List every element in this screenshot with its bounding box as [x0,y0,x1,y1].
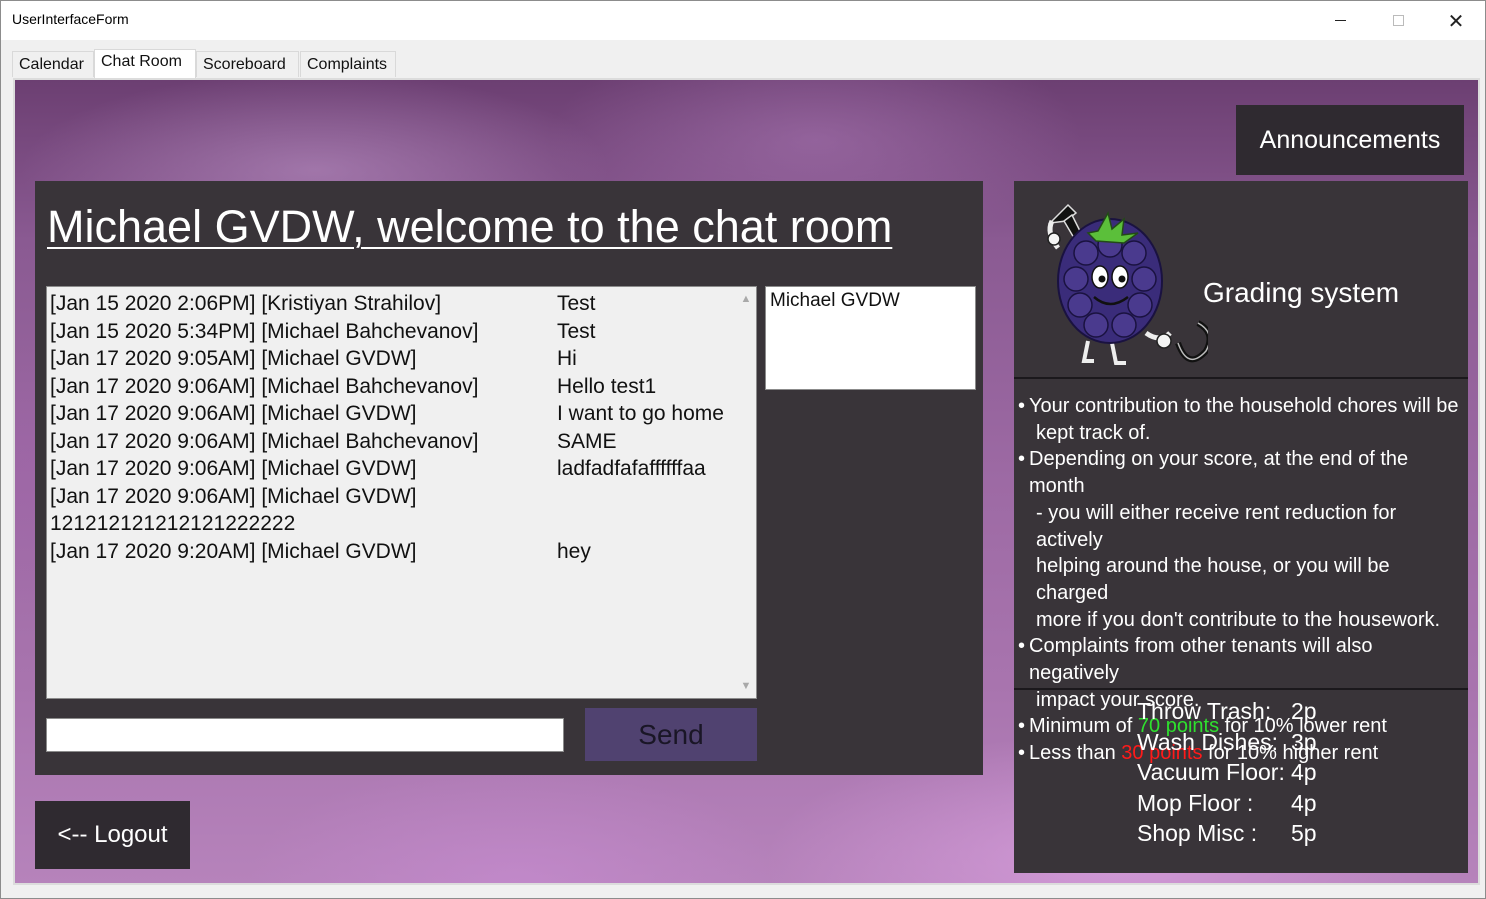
task-name: Wash Dishes: [1137,728,1279,755]
maximize-icon [1392,15,1404,26]
message-text: Hello test1 [557,374,657,398]
message-meta: [Jan 17 2020 9:06AM] [Michael GVDW] [50,402,417,425]
bullet-icon: • [1018,635,1026,658]
tab-calendar[interactable]: Calendar [12,51,94,77]
message-meta: [Jan 17 2020 9:05AM] [Michael GVDW] [50,347,417,370]
task-name: Throw Trash: [1137,698,1272,724]
task-points: 2p [1291,698,1317,724]
blackberry-mascot-icon [1047,203,1208,365]
message-text: ladfadfafaffffffaa [557,457,706,480]
message-text: Test [557,319,596,343]
close-button[interactable]: ✕ [1427,1,1485,40]
task-name: Shop Misc : [1137,820,1258,846]
rule-line: Depending on your score, at the end of t… [1029,448,1409,498]
message-meta: [Jan 15 2020 5:34PM] [Michael Bahchevano… [50,319,479,343]
online-user-item[interactable]: Michael GVDW [770,290,971,312]
rule-line: helping around the house, or you will be… [1036,555,1390,604]
message-meta: [Jan 17 2020 9:06AM] [Michael Bahchevano… [50,374,479,398]
app-window: UserInterfaceForm ✕ Calendar Chat Room S… [0,0,1486,899]
grading-title: Grading system [1203,277,1400,308]
divider [1014,688,1468,690]
message-meta: [Jan 17 2020 9:06AM] [Michael GVDW] [50,484,417,508]
task-points: 4p [1291,789,1317,816]
online-users-list[interactable]: Michael GVDW [765,286,976,390]
minimize-icon [1334,20,1346,21]
message-meta: [Jan 15 2020 2:06PM] [Kristiyan Strahilo… [50,292,442,315]
rule-line: Complaints from other tenants will also … [1029,635,1373,685]
message-text: Test [557,292,596,315]
scroll-down-icon[interactable]: ▼ [736,676,756,696]
message-text: I want to go home [557,402,724,425]
logout-button[interactable]: <-- Logout [35,801,190,869]
points-row: Mop Floor : 4p [1014,790,1468,820]
rule-line: - you will either receive rent reduction… [1036,501,1397,551]
task-points: 5p [1291,820,1317,846]
task-name: Mop Floor : [1137,789,1254,816]
message-text: Hi [557,347,577,370]
points-row: Wash Dishes: 3p [1014,729,1468,759]
task-points: 3p [1291,728,1317,755]
rule-item: • Your contribution to the household cho… [1018,393,1464,446]
grading-header: Grading system [1014,181,1468,376]
send-button[interactable]: Send [585,708,757,761]
points-row: Vacuum Floor: 4p [1014,759,1468,789]
message-input[interactable] [46,718,564,752]
maximize-button[interactable] [1369,1,1427,40]
message-text: hey [557,539,591,563]
tab-chat-room[interactable]: Chat Room [94,49,196,78]
welcome-heading: Michael GVDW, welcome to the chat room [47,201,893,252]
minimize-button[interactable] [1311,1,1369,40]
message-list[interactable]: [Jan 15 2020 2:06PM] [Kristiyan Strahilo… [46,286,757,699]
announcements-button[interactable]: Announcements [1236,105,1464,175]
divider [1014,377,1468,379]
message-meta: [Jan 17 2020 9:06AM] [Michael Bahchevano… [50,429,479,453]
rule-line: Your contribution to the household chore… [1029,395,1459,417]
bullet-icon: • [1018,448,1026,471]
chat-room-panel: Announcements Michael GVDW, welcome to t… [13,78,1480,885]
tab-scoreboard[interactable]: Scoreboard [196,51,299,77]
rule-line: more if you don't contribute to the hous… [1036,608,1441,631]
scroll-up-icon[interactable]: ▲ [736,289,756,309]
task-points: 4p [1291,759,1317,785]
message-scrollbar[interactable]: ▲ ▼ [736,287,756,698]
bullet-icon: • [1018,395,1026,417]
chat-box: Michael GVDW, welcome to the chat room [… [35,181,983,775]
message-text: SAME [557,429,617,453]
grading-panel: Grading system • Your contribution to th… [1014,181,1468,873]
task-name: Vacuum Floor: [1137,759,1285,785]
rule-item: • Depending on your score, at the end of… [1018,446,1464,633]
points-row: Shop Misc : 5p [1014,820,1468,850]
message-meta: 121212121212121222222 [50,512,296,535]
message-meta: [Jan 17 2020 9:06AM] [Michael GVDW] [50,457,417,480]
window-title: UserInterfaceForm [12,11,129,27]
message-meta: [Jan 17 2020 9:20AM] [Michael GVDW] [50,539,417,563]
title-bar: UserInterfaceForm ✕ [1,1,1485,40]
close-icon: ✕ [1447,8,1465,33]
points-row: Throw Trash: 2p [1014,698,1468,728]
tab-complaints[interactable]: Complaints [300,51,396,77]
rule-line: kept track of. [1036,421,1151,444]
